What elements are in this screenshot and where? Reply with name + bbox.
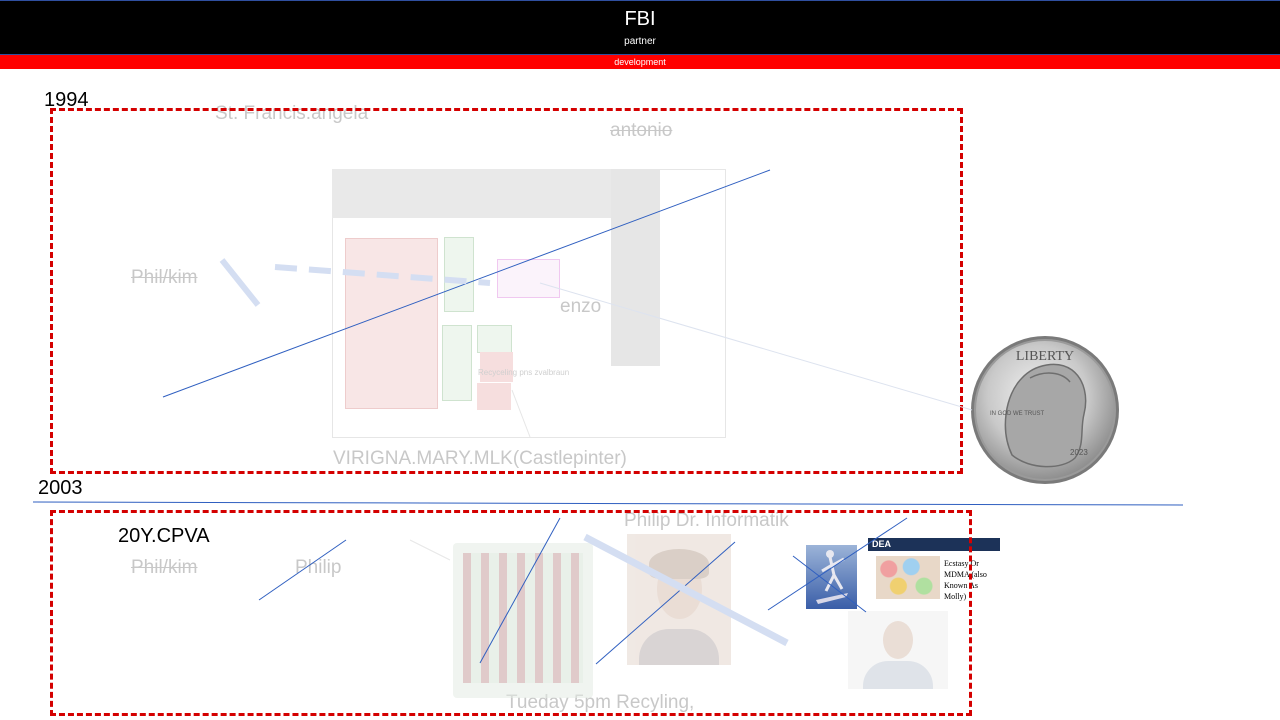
section-2003-box [50,510,972,716]
timeline-divider [32,501,1184,506]
development-bar: development [0,55,1280,69]
page-subtitle: partner [624,36,656,47]
section-1994-box [50,108,963,474]
coin-liberty-text: LIBERTY [1016,349,1074,364]
page-title: FBI [624,8,656,30]
coin-motto-text: IN GOD WE TRUST [990,411,1045,417]
year-2003-label: 2003 [38,477,83,499]
quarter-coin-icon [971,336,1119,484]
coin-year-text: 2023 [1070,448,1088,457]
